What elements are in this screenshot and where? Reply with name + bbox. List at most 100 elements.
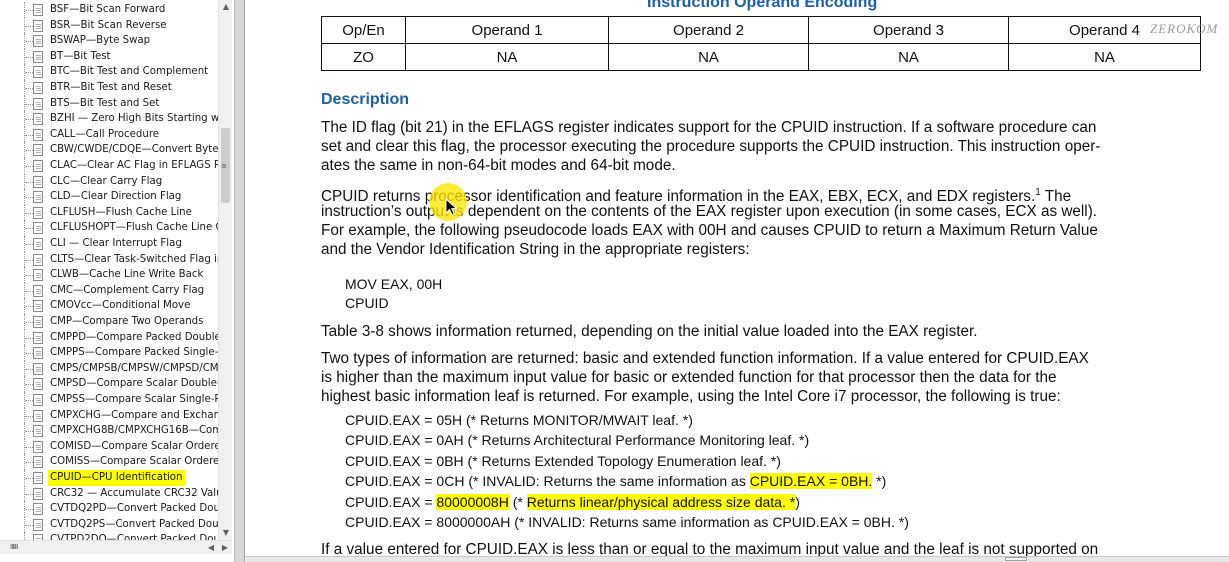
bookmark-item[interactable]: CVTDQ2PS—Convert Packed Doubl [0, 516, 218, 533]
bookmark-item[interactable]: CRC32 — Accumulate CRC32 Value [0, 485, 218, 502]
scroll-right-arrow-icon[interactable]: ▶ [218, 541, 232, 555]
bookmark-item[interactable]: CLC—Clear Carry Flag [0, 173, 218, 190]
bookmark-item[interactable]: CMPXCHG8B/CMPXCHG16B—Compa [0, 423, 218, 439]
bookmark-label: BZHI — Zero High Bits Starting with [50, 113, 218, 125]
bookmark-item[interactable]: CALL—Call Procedure [0, 126, 218, 143]
tree-guide-line [24, 470, 33, 486]
bookmark-item[interactable]: CMP—Compare Two Operands [0, 314, 218, 330]
bookmark-item[interactable]: CMPPS—Compare Packed Single-Pre [0, 345, 218, 361]
bookmark-label: CMP—Compare Two Operands [50, 316, 204, 327]
tree-guide-line [24, 345, 33, 361]
paragraph-line: and the Vendor Identification String in … [321, 241, 750, 258]
scroll-thumb[interactable] [1005, 557, 1027, 561]
bookmarks-panel: BSF—Bit Scan Forward BSR—Bit Scan Reverse… [0, 0, 234, 562]
bookmark-item[interactable]: CLD—Clear Direction Flag [0, 189, 218, 205]
bookmark-item[interactable]: CMPSD—Compare Scalar Double-Pre [0, 376, 218, 392]
bookmark-item[interactable]: CMPS/CMPSB/CMPSW/CMPSD/CMPS [0, 360, 218, 377]
bookmark-page-icon [33, 50, 43, 63]
text-span: *) [872, 473, 887, 489]
table-cell: Op/En [321, 16, 406, 44]
bookmark-page-icon [33, 113, 43, 126]
bookmark-item[interactable]: CBW/CWDE/CDQE—Convert Byte t [0, 142, 218, 158]
bookmark-item[interactable]: CPUID—CPU Identification [0, 470, 218, 486]
bookmark-item[interactable]: BTR—Bit Test and Reset [0, 80, 218, 96]
bookmark-item[interactable]: CVTPD2DQ—Convert Packed Doub [0, 532, 218, 540]
bookmark-page-icon [33, 472, 43, 484]
paragraph-line: The ID flag (bit 21) in the EFLAGS regis… [321, 119, 1097, 136]
bookmark-page-icon [33, 35, 43, 48]
scroll-up-arrow-icon[interactable]: ▲ [219, 0, 233, 14]
bookmark-item[interactable]: BT—Bit Test [0, 48, 218, 65]
bookmark-item[interactable]: COMISD—Compare Scalar Ordered I [0, 438, 218, 455]
bookmark-item[interactable]: BZHI — Zero High Bits Starting with [0, 111, 218, 127]
bookmark-page-icon [33, 82, 43, 94]
bookmark-label: CMPSD—Compare Scalar Double-Pre [50, 378, 218, 390]
bookmark-item[interactable]: CLFLUSH—Flush Cache Line [0, 204, 218, 221]
tree-guide-line [24, 80, 33, 96]
bookmark-item[interactable]: CMOVcc—Conditional Move [0, 298, 218, 314]
tree-guide-line [24, 532, 33, 540]
bookmark-item[interactable]: CLI — Clear Interrupt Flag [0, 236, 218, 252]
tree-guide-line [24, 454, 33, 470]
bookmark-item[interactable]: CLTS—Clear Task-Switched Flag in [0, 251, 218, 268]
bookmark-item[interactable]: BTC—Bit Test and Complement [0, 64, 218, 80]
table-cell: NA [1008, 43, 1201, 71]
document-page: Instruction Operand Encoding Op/En Opera… [245, 0, 1229, 556]
code-line: CPUID.EAX = 0AH (* Returns Architectural… [345, 432, 810, 448]
tree-guide-line [24, 516, 33, 533]
table-cell: NA [608, 43, 809, 71]
bookmark-page-icon [33, 362, 43, 375]
bookmark-page-icon [33, 144, 43, 157]
highlighted-text: CPUID.EAX = 0BH. [749, 473, 873, 489]
tree-guide-line [24, 126, 33, 143]
bookmarks-horizontal-scrollbar[interactable]: ⅡⅡⅡ ◀ ▶ [0, 540, 232, 554]
bookmark-item[interactable]: BSF—Bit Scan Forward [0, 2, 218, 18]
bookmark-label: CLFLUSHOPT—Flush Cache Line Op [50, 222, 218, 234]
bookmark-item[interactable]: CMPXCHG—Compare and Exchange [0, 407, 218, 424]
bookmark-item[interactable]: CMC—Complement Carry Flag [0, 282, 218, 299]
bookmark-item[interactable]: CLFLUSHOPT—Flush Cache Line Op [0, 220, 218, 236]
scroll-grip-icon: ≡ [221, 162, 227, 170]
code-line: MOV EAX, 00H [345, 276, 443, 292]
tree-guide-line [24, 189, 33, 205]
bookmark-label: CVTDQ2PD—Convert Packed Doubl [50, 503, 218, 515]
scroll-down-arrow-icon[interactable]: ▼ [219, 526, 233, 540]
bookmark-item[interactable]: CMPPD—Compare Packed Double-P [0, 329, 218, 346]
bookmark-label: BTS—Bit Test and Set [50, 97, 160, 109]
paragraph-line: is higher than the maximum input value f… [321, 369, 1057, 386]
bookmark-item[interactable]: BTS—Bit Test and Set [0, 95, 218, 112]
bookmark-label: CPUID—CPU Identification [48, 470, 185, 486]
bookmark-page-icon [33, 378, 43, 391]
bookmark-item[interactable]: COMISS—Compare Scalar Ordered S [0, 454, 218, 470]
bookmark-item[interactable]: CLWB—Cache Line Write Back [0, 267, 218, 283]
table-cell: NA [808, 43, 1009, 71]
bookmark-label: CRC32 — Accumulate CRC32 Value [50, 487, 218, 499]
document-horizontal-scrollbar[interactable] [245, 556, 1229, 562]
bookmark-page-icon [33, 269, 43, 282]
tree-guide-line [24, 2, 33, 18]
tree-guide-line [24, 314, 33, 330]
bookmark-page-icon [33, 222, 43, 235]
highlighted-text: 80000008H [436, 494, 509, 510]
bookmark-item[interactable]: CMPSS—Compare Scalar Single-Prec [0, 392, 218, 408]
code-line: CPUID.EAX = 80000008H (* Returns linear/… [345, 493, 800, 511]
bookmark-page-icon [33, 300, 43, 313]
bookmark-item[interactable]: BSWAP—Byte Swap [0, 33, 218, 49]
text-span: ) [795, 494, 800, 510]
tree-guide-line [24, 282, 33, 299]
bookmark-label: BSR—Bit Scan Reverse [50, 19, 167, 31]
code-line: CPUID.EAX = 0BH (* Returns Extended Topo… [345, 453, 781, 469]
bookmark-item[interactable]: BSR—Bit Scan Reverse [0, 17, 218, 34]
table-header-row: Op/En Operand 1 Operand 2 Operand 3 Oper… [321, 16, 1201, 44]
scroll-left-arrow-icon[interactable]: ◀ [204, 541, 218, 555]
bookmark-label: CVTDQ2PS—Convert Packed Doubl [50, 518, 218, 530]
bookmark-item[interactable]: CLAC—Clear AC Flag in EFLAGS Reg [0, 158, 218, 174]
mouse-pointer-icon [445, 198, 458, 216]
bookmark-label: CLAC—Clear AC Flag in EFLAGS Reg [50, 160, 218, 171]
bookmark-item[interactable]: CVTDQ2PD—Convert Packed Doubl [0, 501, 218, 517]
pane-splitter[interactable] [234, 0, 245, 562]
section-heading: Instruction Operand Encoding [647, 0, 878, 11]
bookmark-page-icon [33, 456, 43, 469]
bookmark-page-icon [33, 347, 43, 360]
bookmarks-vertical-scrollbar[interactable]: ▲ ≡ ▼ [218, 0, 232, 540]
